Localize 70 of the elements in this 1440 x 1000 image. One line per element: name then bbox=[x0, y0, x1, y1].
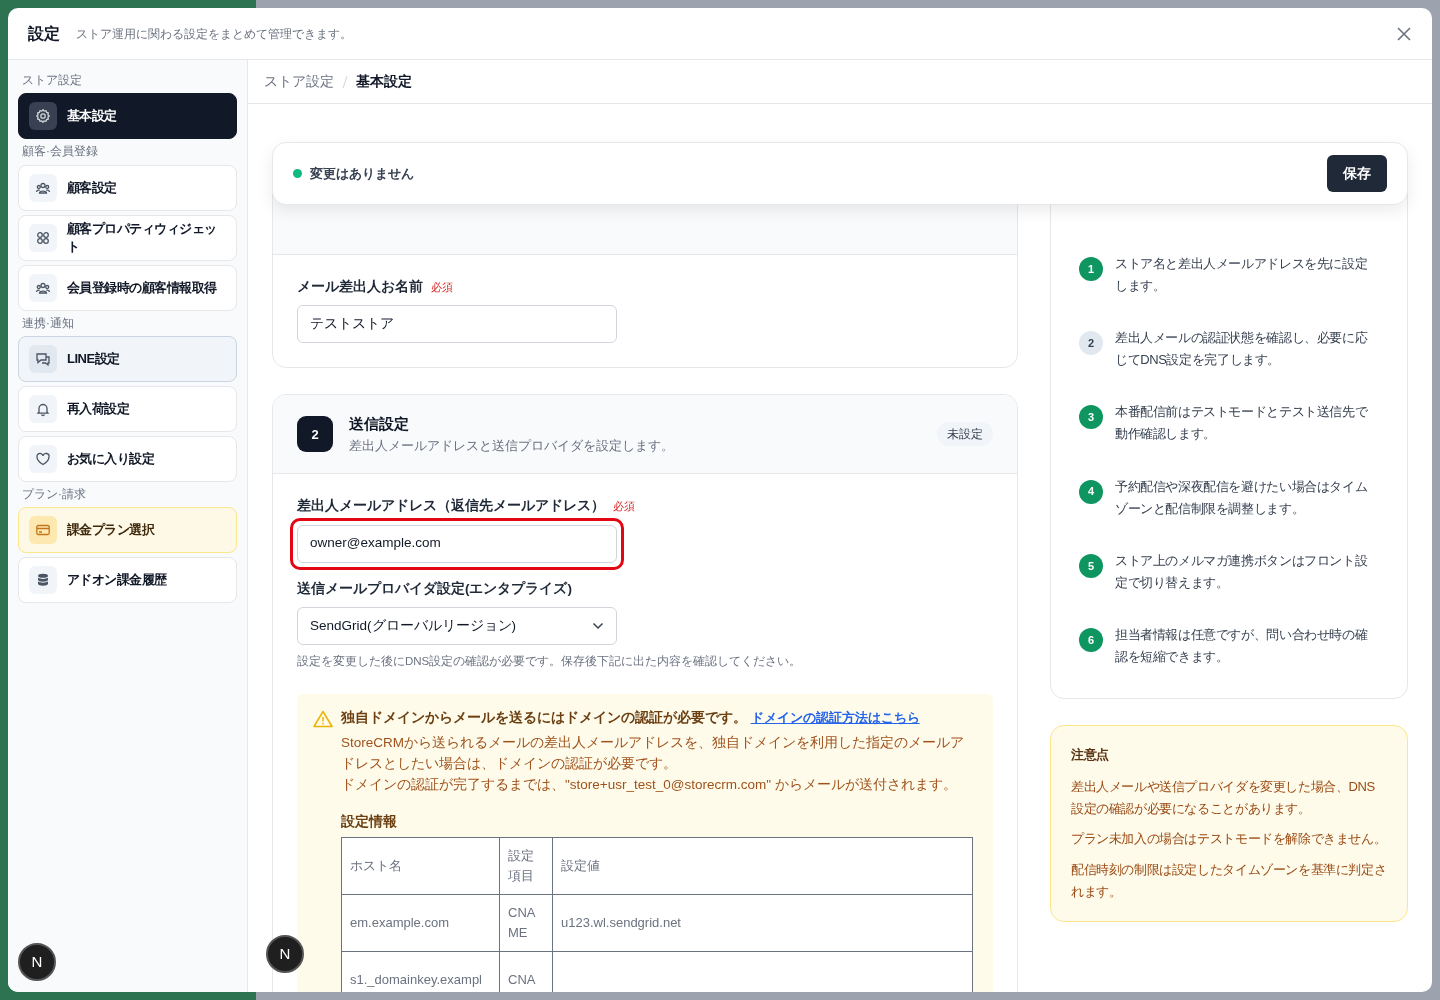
sidebar-item[interactable]: アドオン課金履歴 bbox=[18, 557, 237, 603]
status-dot bbox=[293, 169, 302, 178]
sidebar-item[interactable]: 基本設定 bbox=[18, 93, 237, 140]
table-cell: u123.wl.sendgrid.net bbox=[552, 894, 973, 952]
breadcrumb-item: 基本設定 bbox=[356, 72, 412, 91]
gear-icon bbox=[35, 108, 51, 125]
group-label: プラン·請求 bbox=[22, 486, 87, 502]
alert-text: StoreCRMから送られるメールの差出人メールアドレスを、独自ドメインを利用した指定のメールアドレスとしたい場合は、ドメインの認証が必要です。 bbox=[341, 733, 965, 773]
step-number: 5 bbox=[1079, 553, 1103, 578]
auth-guide-link[interactable]: ドメインの認証方法はこちら bbox=[750, 710, 920, 725]
field-label: メール差出人お名前 bbox=[297, 279, 423, 294]
breadcrumb-item[interactable]: ストア設定 bbox=[264, 71, 334, 92]
sidebar-item[interactable]: LINE設定 bbox=[18, 335, 237, 382]
step-number: 3 bbox=[1079, 405, 1103, 430]
group-label: 顧客·会員登録 bbox=[22, 144, 99, 160]
modal-subtitle: ストア運用に関わる設定をまとめて管理できます。 bbox=[76, 25, 352, 43]
breadcrumb-separator bbox=[342, 74, 348, 89]
email-field[interactable]: owner@example.com bbox=[297, 524, 617, 563]
database-icon bbox=[35, 572, 51, 588]
sidebar-item[interactable]: 顧客設定 bbox=[18, 164, 237, 211]
table-cell: em.example.com bbox=[341, 894, 500, 952]
notes-title: 注意点 bbox=[1071, 746, 1110, 765]
step-number: 4 bbox=[1079, 479, 1103, 504]
step-number: 2 bbox=[1079, 331, 1103, 356]
grid-icon bbox=[35, 229, 51, 246]
field-label: 差出人メールアドレス（返信先メールアドレス） bbox=[297, 498, 605, 514]
step-text: 担当者情報は任意ですが、問い合わせ時の確認を短縮できます。 bbox=[1115, 625, 1369, 667]
step-text: 予約配信や深夜配信を避けたい場合はタイムゾーンと配信制限を調整します。 bbox=[1115, 477, 1369, 518]
step-number: 6 bbox=[1079, 627, 1103, 652]
step-text: ストア上のメルマガ連携ボタンはフロント設定で切り替えます。 bbox=[1115, 551, 1369, 592]
modal-title: 設定 bbox=[28, 23, 60, 44]
sidebar-item[interactable]: 顧客プロパティウィジェット bbox=[18, 214, 237, 261]
group-label: 連携·通知 bbox=[22, 315, 75, 331]
column-header: 設定項目 bbox=[499, 837, 553, 895]
table-title: 設定情報 bbox=[341, 812, 398, 831]
chat-icon bbox=[35, 350, 51, 367]
sidebar-item[interactable]: 会員登録時の顧客情報取得 bbox=[18, 264, 237, 311]
sidebar-item[interactable]: 再入荷設定 bbox=[18, 385, 237, 432]
column-header: 設定値 bbox=[552, 837, 973, 895]
note-text: 配信時刻の制限は設定したタイムゾーンを基準に判定されます。 bbox=[1071, 860, 1387, 901]
column-header: ホスト名 bbox=[341, 837, 500, 895]
status-pill: 未設定 bbox=[937, 422, 993, 447]
save-status: 変更はありません bbox=[310, 164, 414, 183]
note-text: プラン未加入の場合はテストモードを解除できません。 bbox=[1071, 830, 1387, 849]
section-description: 差出人メールアドレスと送信プロバイダを設定します。 bbox=[349, 436, 675, 455]
table-cell: CNAME bbox=[499, 894, 553, 952]
save-button[interactable]: 保存 bbox=[1327, 155, 1387, 192]
sidebar-item[interactable]: 課金プラン選択 bbox=[18, 507, 237, 553]
required-label: 必須 bbox=[431, 281, 453, 293]
chevron-down-icon bbox=[592, 621, 604, 630]
step-number: 2 bbox=[297, 416, 333, 453]
required-label: 必須 bbox=[613, 500, 635, 513]
step-text: 本番配信前はテストモードとテスト送信先で動作確認します。 bbox=[1115, 403, 1369, 444]
alert-text: ドメインの認証が完了するまでは、"store+usr_test_0@storecrm.com" からメールが送付されます。 bbox=[341, 775, 958, 794]
alert-title: 独自ドメインからメールを送るにはドメインの認証が必要です。 bbox=[341, 710, 747, 725]
table-cell: s1._domainkey.exampl bbox=[341, 951, 500, 992]
card-icon bbox=[35, 522, 51, 538]
step-number: 1 bbox=[1079, 257, 1103, 281]
step-text: 差出人メールの認証状態を確認し、必要に応じてDNS設定を完了します。 bbox=[1115, 329, 1369, 370]
provider-select[interactable]: SendGrid(グローバルリージョン) bbox=[297, 606, 617, 645]
warning-icon bbox=[313, 710, 333, 728]
help-text: 設定を変更した後にDNS設定の確認が必要です。保存後下記に出た内容を確認してください。 bbox=[297, 653, 803, 669]
store-name-field[interactable]: テストストア bbox=[297, 305, 617, 344]
step-text: ストア名と差出人メールアドレスを先に設定します。 bbox=[1115, 255, 1369, 296]
note-text: 差出人メールや送信プロバイダを変更した場合、DNS設定の確認が必要になることがあります。 bbox=[1071, 778, 1376, 819]
section-title: 送信設定 bbox=[349, 414, 410, 435]
group-label: ストア設定 bbox=[22, 73, 83, 88]
sidebar-item[interactable]: お気に入り設定 bbox=[18, 435, 237, 482]
field-label: 送信メールプロバイダ設定(エンタプライズ) bbox=[297, 580, 572, 596]
heart-icon bbox=[35, 450, 51, 467]
